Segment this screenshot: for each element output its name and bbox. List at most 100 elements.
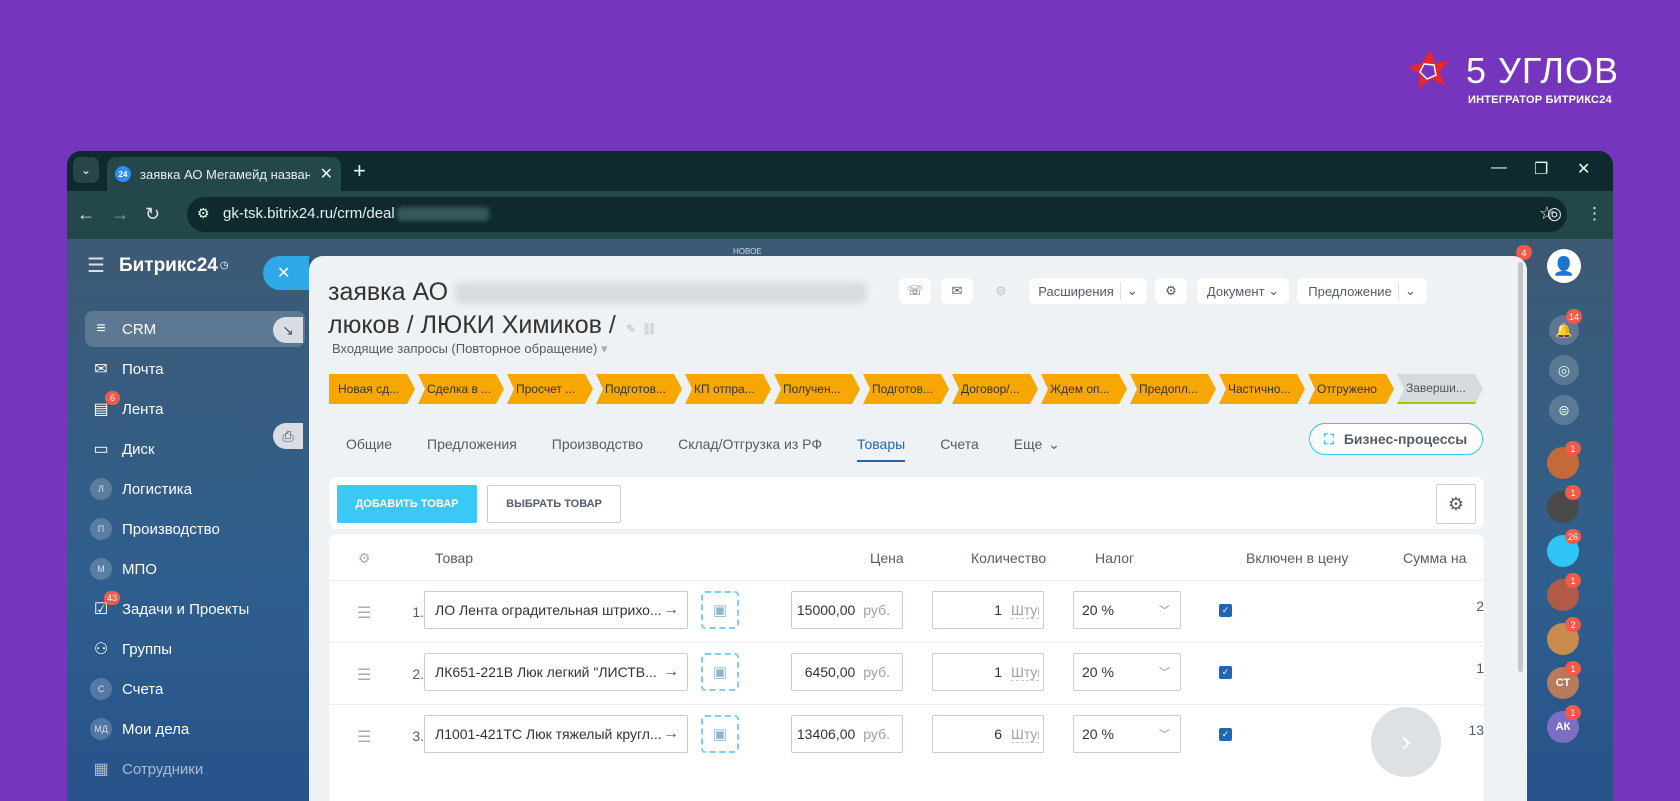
- image-upload-icon[interactable]: ▣: [701, 715, 739, 753]
- select-product-button[interactable]: ВЫБРАТЬ ТОВАР: [487, 485, 621, 523]
- stage-item[interactable]: Договор/...: [952, 374, 1038, 404]
- column-header-product: Товар: [435, 550, 474, 566]
- left-menu-item-disk[interactable]: ▭ Диск: [85, 431, 305, 467]
- user-avatar-icon[interactable]: 👤: [1547, 249, 1581, 283]
- left-menu-item-groups[interactable]: ⚇ Группы: [85, 631, 305, 667]
- production-circle-icon: П: [90, 518, 112, 540]
- plus-icon[interactable]: +: [353, 158, 366, 184]
- price-input[interactable]: 13406,00 руб.: [791, 715, 903, 753]
- stage-item[interactable]: Отгружено: [1308, 374, 1394, 404]
- url-input[interactable]: ⚙ gk-tsk.bitrix24.ru/crm/deal ☆: [187, 197, 1567, 232]
- chevron-right-icon[interactable]: ›: [1371, 707, 1441, 777]
- left-menu-item-my-tasks[interactable]: МД Мои дела: [85, 711, 305, 747]
- edit-icon[interactable]: ✎: [626, 322, 636, 336]
- tax-included-checkbox[interactable]: ✓: [1219, 728, 1232, 741]
- tab-3[interactable]: Склад/Отгрузка из РФ: [678, 430, 822, 458]
- gear-icon[interactable]: ⚙: [1436, 484, 1476, 524]
- profile-icon[interactable]: ◎: [1547, 204, 1562, 224]
- call-button[interactable]: ☏: [899, 278, 931, 304]
- drag-handle-icon[interactable]: ☰: [357, 665, 371, 685]
- price-input[interactable]: 6450,00 руб.: [791, 653, 903, 691]
- tab-6[interactable]: Еще ⌄: [1014, 430, 1060, 458]
- tab-2[interactable]: Производство: [552, 430, 643, 458]
- left-menu-item-crm[interactable]: ≡ CRM: [85, 311, 305, 347]
- tax-included-checkbox[interactable]: ✓: [1219, 666, 1232, 679]
- left-menu-item-tasks[interactable]: ☑ 43 Задачи и Проекты: [85, 591, 305, 627]
- unit-select[interactable]: Штука: [1011, 726, 1039, 743]
- forward-icon[interactable]: →: [111, 204, 129, 225]
- chat-button[interactable]: ⊜: [985, 278, 1017, 304]
- stage-item[interactable]: Ждем оп...: [1041, 374, 1127, 404]
- quantity-input[interactable]: 1 Штука: [932, 591, 1044, 629]
- stage-item[interactable]: Подготов...: [596, 374, 682, 404]
- product-name-field[interactable]: ЛО Лента оградительная штрихо... →: [424, 591, 688, 629]
- close-slider-button[interactable]: ✕: [263, 256, 309, 290]
- left-menu-item-employees[interactable]: ▦ Сотрудники: [85, 751, 305, 787]
- email-button[interactable]: ✉: [941, 278, 973, 304]
- quantity-input[interactable]: 1 Штука: [932, 653, 1044, 691]
- tab-4[interactable]: Товары: [857, 430, 906, 462]
- print-icon[interactable]: ⎙: [273, 423, 303, 449]
- stage-item[interactable]: КП отпра...: [685, 374, 771, 404]
- unit-select[interactable]: Штука: [1011, 664, 1039, 681]
- left-menu-item-mpo[interactable]: М МПО: [85, 551, 305, 587]
- copilot-icon[interactable]: ◎: [1549, 355, 1579, 385]
- chat-icon[interactable]: ⊜: [1549, 395, 1579, 425]
- left-menu-item-production[interactable]: П Производство: [85, 511, 305, 547]
- column-settings-icon[interactable]: ⚙: [358, 550, 371, 567]
- back-icon[interactable]: ←: [77, 204, 95, 225]
- tab-5[interactable]: Счета: [940, 430, 979, 458]
- stage-item[interactable]: Заверши...: [1397, 374, 1483, 404]
- tax-select[interactable]: 20 % ﹀: [1073, 653, 1181, 691]
- left-menu-item-mail[interactable]: ✉ Почта: [85, 351, 305, 387]
- reload-icon[interactable]: ↻: [145, 204, 160, 225]
- tax-select[interactable]: 20 % ﹀: [1073, 591, 1181, 629]
- tab-1[interactable]: Предложения: [427, 430, 517, 458]
- tab-label: Еще: [1013, 436, 1043, 452]
- stage-item[interactable]: Частично...: [1219, 374, 1305, 404]
- business-processes-button[interactable]: ⛶ Бизнес-процессы: [1309, 423, 1483, 455]
- stage-item[interactable]: Предопл...: [1130, 374, 1216, 404]
- left-menu-item-feed[interactable]: ▤ 6 Лента: [85, 391, 305, 427]
- stage-item[interactable]: Получен...: [774, 374, 860, 404]
- price-input[interactable]: 15000,00 руб.: [791, 591, 903, 629]
- minimize-icon[interactable]: —: [1491, 159, 1507, 177]
- arrow-right-icon[interactable]: →: [663, 663, 679, 681]
- tax-select[interactable]: 20 % ﹀: [1073, 715, 1181, 753]
- quantity-input[interactable]: 6 Штука: [932, 715, 1044, 753]
- arrow-right-icon[interactable]: →: [663, 601, 679, 619]
- deal-category[interactable]: Входящие запросы (Повторное обращение) ▾: [332, 341, 608, 357]
- stage-item[interactable]: Новая сд...: [329, 374, 415, 404]
- add-product-button[interactable]: ДОБАВИТЬ ТОВАР: [337, 485, 477, 523]
- link-icon[interactable]: ⛓: [642, 322, 657, 336]
- close-icon[interactable]: ✕: [320, 164, 333, 184]
- unit-select[interactable]: Штука: [1011, 602, 1039, 619]
- image-upload-icon[interactable]: ▣: [701, 591, 739, 629]
- scrollbar[interactable]: [1518, 262, 1523, 672]
- tab-0[interactable]: Общие: [346, 430, 392, 458]
- left-menu-item-invoices[interactable]: С Счета: [85, 671, 305, 707]
- menu-dots-icon[interactable]: ⋮: [1586, 204, 1603, 224]
- collapse-arrow-icon[interactable]: ↘: [273, 317, 303, 343]
- extensions-button[interactable]: Расширения ⌄: [1029, 278, 1147, 304]
- settings-button[interactable]: ⚙: [1155, 278, 1187, 304]
- burger-menu-icon[interactable]: ☰: [87, 253, 105, 278]
- product-name-field[interactable]: Л1001-421ТС Люк тяжелый кругл... →: [424, 715, 688, 753]
- tab-list-icon[interactable]: ⌄: [73, 157, 99, 183]
- stage-item[interactable]: Сделка в ...: [418, 374, 504, 404]
- stage-item[interactable]: Просчет ...: [507, 374, 593, 404]
- image-upload-icon[interactable]: ▣: [701, 653, 739, 691]
- offer-button[interactable]: Предложение ⌄: [1297, 278, 1427, 304]
- left-menu-item-logistics[interactable]: Л Логистика: [85, 471, 305, 507]
- stage-item[interactable]: Подготов...: [863, 374, 949, 404]
- browser-tab[interactable]: 24 заявка АО Мегамейд названи ✕: [107, 157, 341, 191]
- document-button[interactable]: Документ ⌄: [1197, 278, 1289, 304]
- tax-included-checkbox[interactable]: ✓: [1219, 604, 1232, 617]
- drag-handle-icon[interactable]: ☰: [357, 727, 371, 747]
- site-settings-icon[interactable]: ⚙: [197, 205, 210, 222]
- arrow-right-icon[interactable]: →: [663, 725, 679, 743]
- product-name-field[interactable]: ЛК651-221В Люк легкий "ЛИСТВ... →: [424, 653, 688, 691]
- drag-handle-icon[interactable]: ☰: [357, 603, 371, 623]
- close-window-icon[interactable]: ✕: [1577, 159, 1590, 179]
- restore-icon[interactable]: ❐: [1534, 159, 1548, 179]
